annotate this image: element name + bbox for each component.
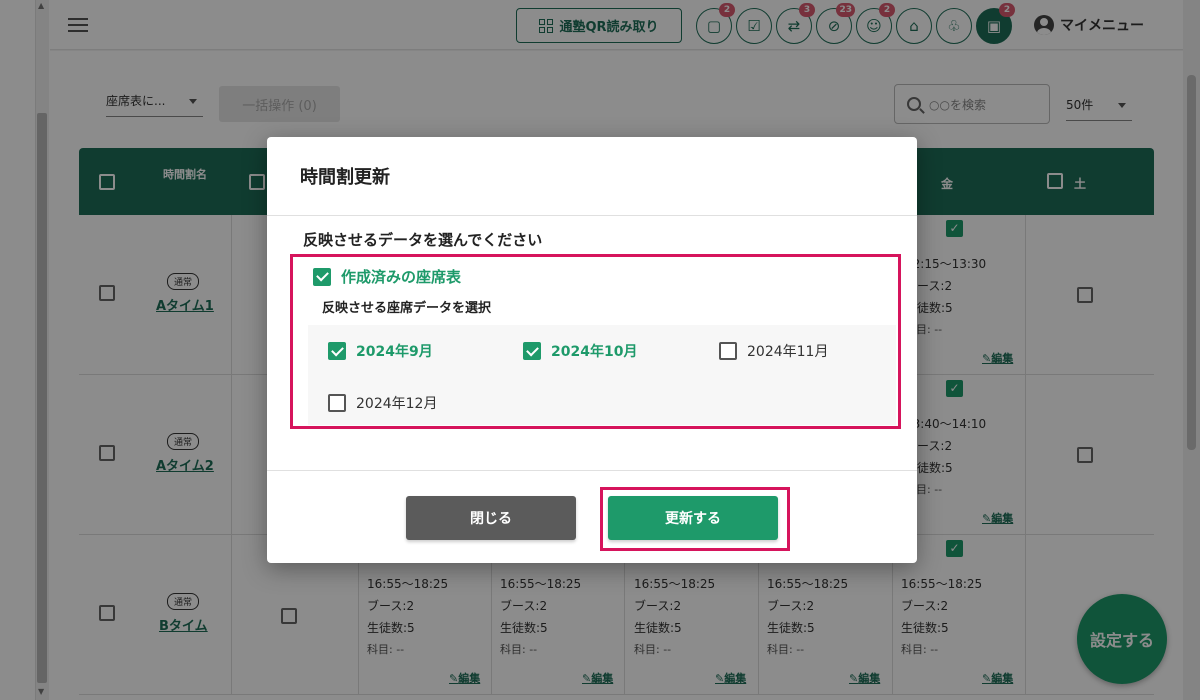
seat-data-selection-box: 作成済みの座席表 反映させる座席データを選択 2024年9月 2024年10月 …	[290, 254, 901, 429]
update-button[interactable]: 更新する	[608, 496, 778, 540]
month-option-2024-10[interactable]: 2024年10月	[523, 341, 637, 361]
month-option-2024-11[interactable]: 2024年11月	[719, 341, 828, 361]
divider	[267, 470, 917, 471]
month-label: 2024年9月	[356, 344, 433, 360]
created-seat-checkbox-row[interactable]: 作成済みの座席表	[313, 266, 461, 287]
month-label: 2024年10月	[551, 344, 638, 360]
dialog-instruction: 反映させるデータを選んでください	[303, 231, 543, 249]
created-seat-label: 作成済みの座席表	[341, 268, 462, 286]
divider	[267, 215, 917, 216]
month-checkbox[interactable]	[328, 342, 346, 360]
month-label: 2024年12月	[356, 396, 438, 412]
month-checkbox[interactable]	[328, 394, 346, 412]
month-label: 2024年11月	[747, 344, 829, 360]
created-seat-checkbox[interactable]	[313, 267, 331, 286]
dialog-title: 時間割更新	[300, 167, 390, 188]
seat-data-sub-label: 反映させる座席データを選択	[322, 301, 492, 316]
month-option-2024-12[interactable]: 2024年12月	[328, 393, 437, 413]
month-checkbox[interactable]	[523, 342, 541, 360]
month-options: 2024年9月 2024年10月 2024年11月 2024年12月	[308, 325, 896, 425]
close-button[interactable]: 閉じる	[406, 496, 576, 540]
month-option-2024-09[interactable]: 2024年9月	[328, 341, 433, 361]
month-checkbox[interactable]	[719, 342, 737, 360]
timetable-update-dialog: 時間割更新 反映させるデータを選んでください 作成済みの座席表 反映させる座席デ…	[267, 137, 917, 563]
